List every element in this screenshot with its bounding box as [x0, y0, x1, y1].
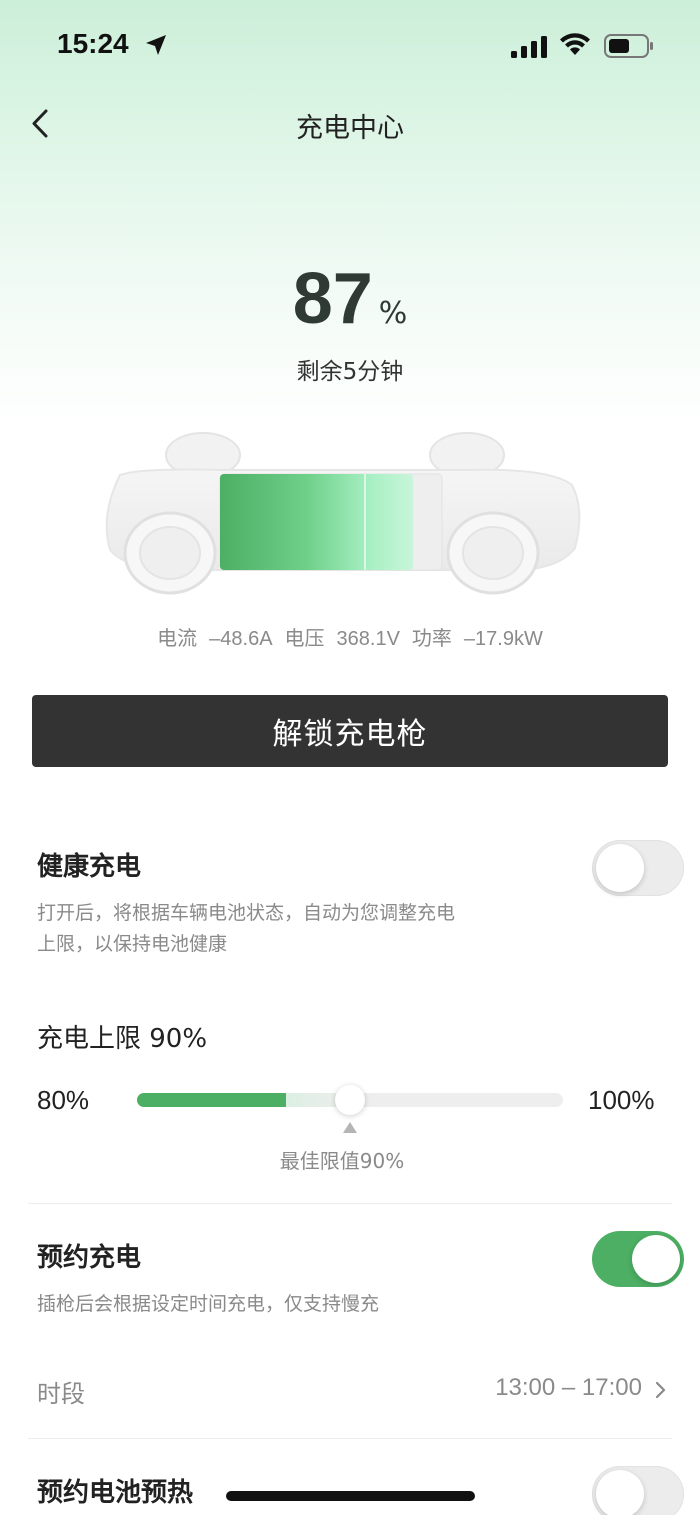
toggle-knob	[632, 1235, 680, 1283]
current-value: –48.6A	[209, 628, 273, 650]
voltage-value: 368.1V	[336, 628, 400, 650]
page-title: 充电中心	[296, 113, 404, 144]
power-value: –17.9kW	[463, 628, 543, 650]
healthy-charging-title: 健康充电	[37, 852, 142, 882]
slider-fill	[137, 1093, 286, 1107]
remaining-time: 剩余5分钟	[296, 359, 404, 385]
best-limit-label: 最佳限值90%	[279, 1149, 405, 1173]
toggle-knob	[596, 844, 644, 892]
slider-min-label: 80%	[37, 1085, 90, 1115]
charge-limit-label: 充电上限 90%	[37, 1024, 208, 1054]
chevron-right-icon[interactable]	[654, 1380, 668, 1404]
power-label: 功率	[411, 628, 452, 650]
divider	[28, 1203, 672, 1204]
battery-preheat-title: 预约电池预热	[37, 1478, 194, 1508]
healthy-charging-desc-line2: 上限，以保持电池健康	[37, 933, 228, 955]
charge-percent-value: 87	[292, 259, 373, 339]
location-arrow-icon	[144, 33, 168, 61]
scheduled-charging-desc: 插枪后会根据设定时间充电，仅支持慢充	[37, 1293, 380, 1315]
charge-percent: 87%	[0, 258, 700, 340]
charge-percent-unit: %	[378, 296, 408, 331]
cellular-signal-icon	[511, 36, 549, 62]
scheduled-charging-title: 预约充电	[37, 1243, 142, 1273]
toggle-knob	[596, 1470, 644, 1515]
healthy-charging-desc-line1: 打开后，将根据车辆电池状态，自动为您调整充电	[37, 902, 456, 924]
period-value[interactable]: 13:00 – 17:00	[495, 1374, 642, 1402]
wifi-icon	[559, 33, 591, 61]
healthy-charging-desc: 打开后，将根据车辆电池状态，自动为您调整充电 上限，以保持电池健康	[37, 898, 557, 960]
healthy-charging-toggle[interactable]	[592, 840, 684, 896]
battery-icon	[604, 34, 654, 62]
scheduled-charging-toggle[interactable]	[592, 1231, 684, 1287]
car-battery-illustration	[100, 430, 590, 604]
slider-max-label: 100%	[588, 1085, 655, 1115]
charge-limit-slider-thumb[interactable]	[335, 1085, 365, 1115]
status-bar: 15:24	[0, 0, 700, 90]
unlock-charger-button[interactable]: 解锁充电枪	[32, 695, 668, 767]
current-label: 电流	[157, 628, 198, 650]
divider	[28, 1438, 672, 1439]
voltage-label: 电压	[284, 628, 325, 650]
charging-metrics: 电流 –48.6A 电压 368.1V 功率 –17.9kW	[0, 622, 700, 651]
status-time: 15:24	[57, 28, 129, 59]
battery-preheat-toggle[interactable]	[592, 1466, 684, 1515]
period-label: 时段	[37, 1380, 85, 1408]
home-indicator	[226, 1491, 475, 1501]
best-limit-marker	[343, 1122, 357, 1133]
